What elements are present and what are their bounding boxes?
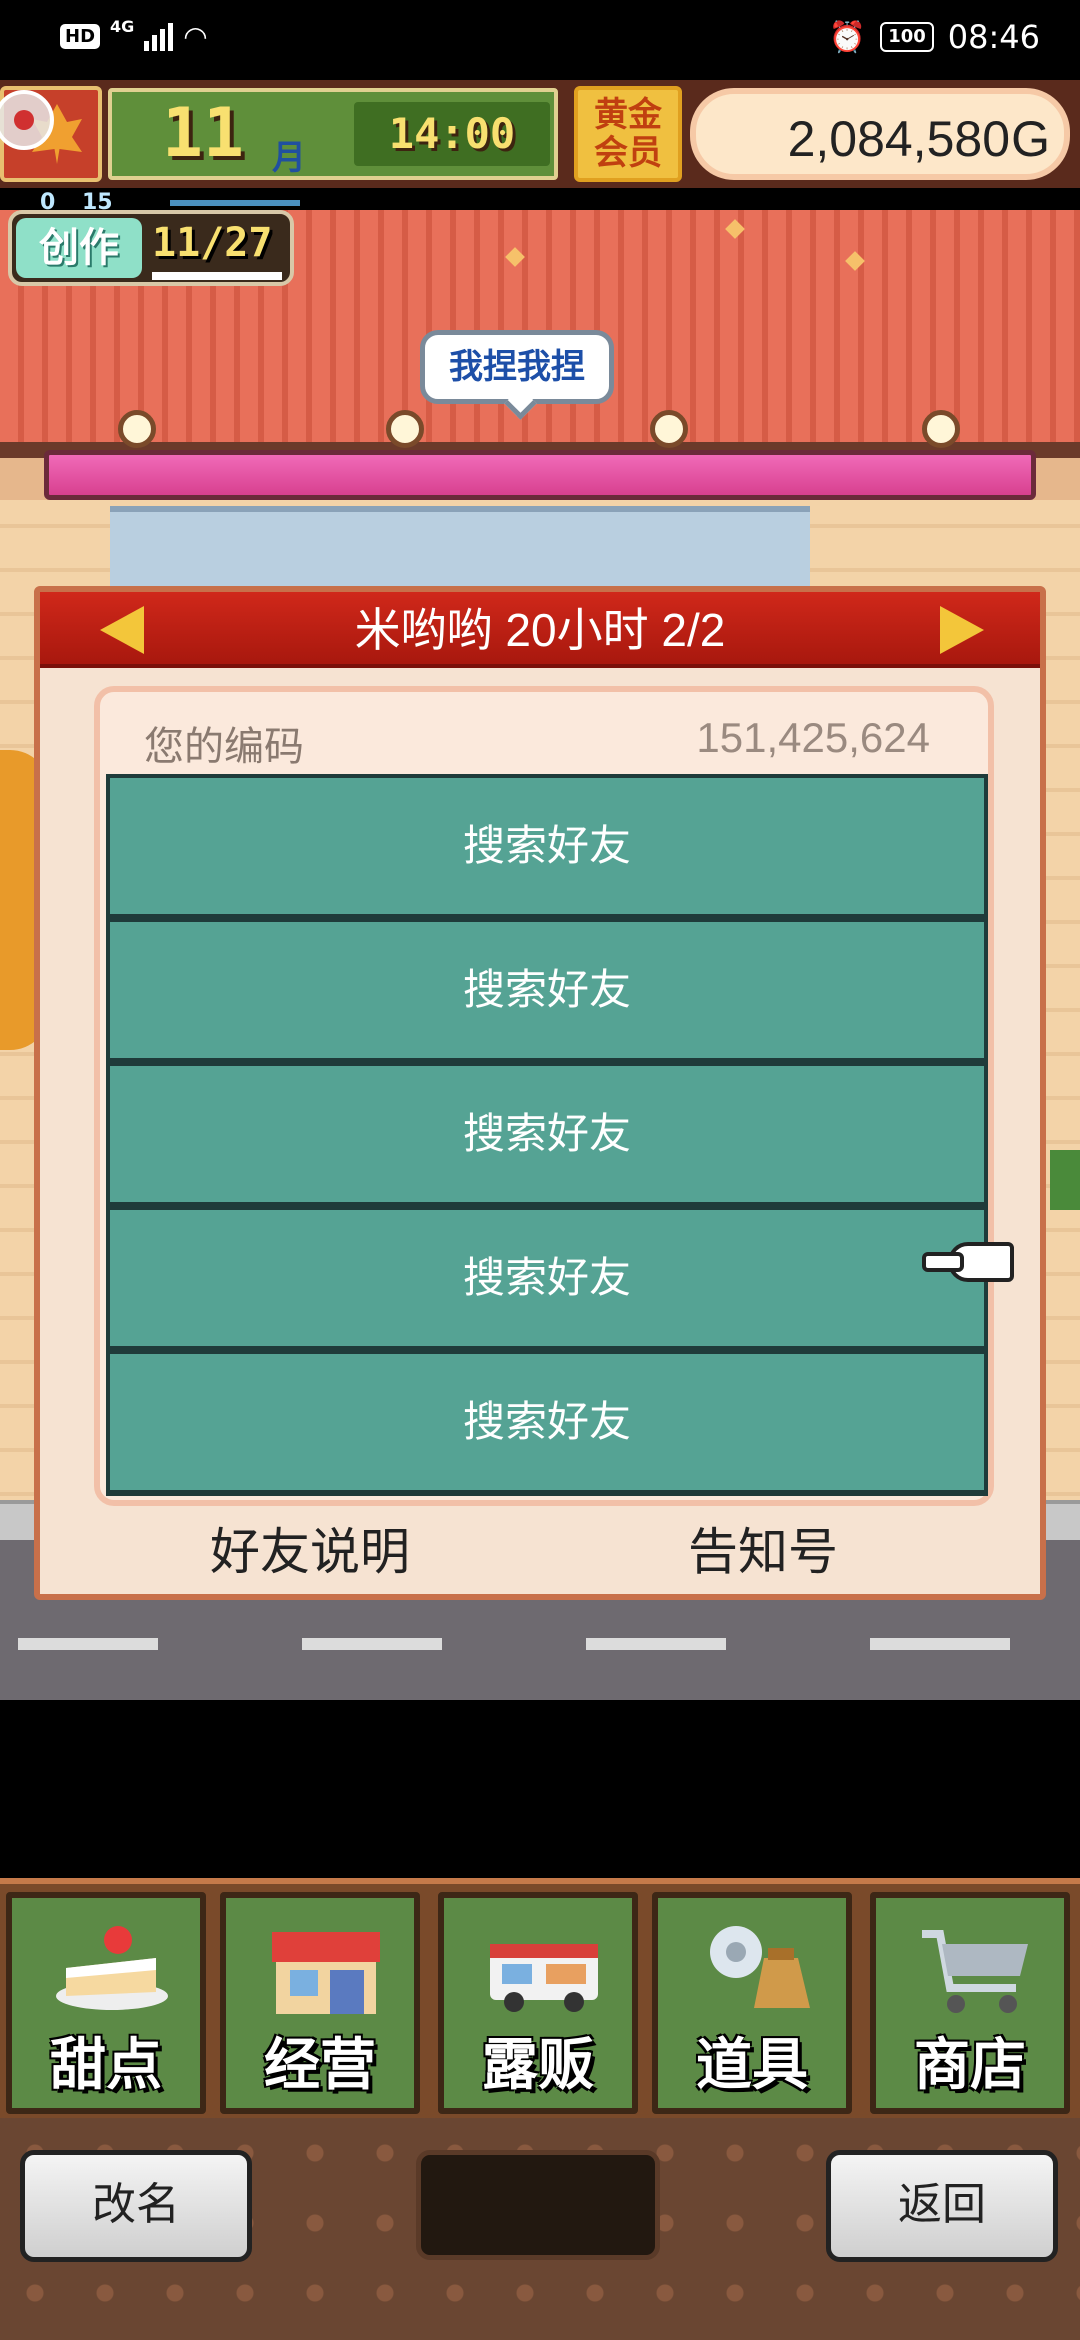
search-friend-button[interactable]: 搜索好友 [110, 1066, 984, 1202]
menu-store[interactable]: 商店 [870, 1892, 1070, 2114]
dialog-header: 米哟哟 20小时 2/2 [40, 592, 1040, 668]
search-friend-button[interactable]: 搜索好友 [110, 1210, 984, 1346]
signal-icon [144, 22, 174, 51]
month-unit: 月 [272, 138, 306, 178]
your-code-label: 您的编码 [144, 724, 304, 770]
menu-label: 商店 [914, 2033, 1026, 2098]
road-dash [586, 1638, 726, 1650]
pink-awning [44, 450, 1036, 500]
bottom-area: 甜点 经营 露贩 道具 商店 [0, 1878, 1080, 2340]
lamp-icon [650, 410, 688, 448]
rename-button[interactable]: 改名 [20, 2150, 252, 2262]
dialog-title: 米哟哟 20小时 2/2 [354, 604, 726, 656]
menu-label: 甜点 [50, 2033, 162, 2098]
pointer-hand-icon [922, 1242, 1014, 1282]
road-dash [18, 1638, 158, 1650]
game-clock: 14:00 [354, 102, 550, 166]
friend-help-link[interactable]: 好友说明 [210, 1512, 410, 1584]
create-mini-stats: 0 15 [30, 190, 300, 215]
notice-number-link[interactable]: 告知号 [688, 1512, 838, 1584]
speech-bubble[interactable]: 我捏我捏 [420, 330, 614, 404]
gold-amount: 2,084,580 [787, 111, 1010, 167]
battery-icon: 100 [880, 22, 934, 52]
shop-windows [110, 506, 810, 586]
dialog-footer: 好友说明 告知号 [40, 1512, 1040, 1592]
status-left: HD 4G ◠ [60, 17, 208, 53]
shop-icon [272, 1932, 380, 2014]
create-count: 11/27 [152, 220, 273, 266]
menu-label: 露贩 [482, 2033, 594, 2098]
status-time: 08:46 [947, 18, 1040, 56]
create-progress-bar [152, 272, 282, 280]
status-bar: HD 4G ◠ ⏰ 100 08:46 [0, 0, 1080, 80]
mini-progress-line [170, 200, 300, 206]
date-panel: 11 月 14:00 [108, 88, 558, 180]
menu-dessert[interactable]: 甜点 [6, 1892, 206, 2114]
menu-label: 道具 [696, 2033, 808, 2098]
lamp-icon [922, 410, 960, 448]
plant-decoration [1050, 1150, 1080, 1210]
gold-unit: G [1011, 111, 1050, 167]
status-right: ⏰ 100 08:46 [829, 18, 1040, 56]
search-friend-button[interactable]: 搜索好友 [110, 778, 984, 914]
lamp-icon [118, 410, 156, 448]
cake-icon [56, 1926, 168, 2010]
network-type: 4G [110, 17, 135, 36]
menu-items[interactable]: 道具 [652, 1892, 852, 2114]
back-button[interactable]: 返回 [826, 2150, 1058, 2262]
road-dash [302, 1638, 442, 1650]
top-hud: 11 月 14:00 黄金会员 2,084,580 G [0, 80, 1080, 188]
menu-label: 经营 [264, 2033, 376, 2098]
alarm-icon: ⏰ [828, 19, 867, 55]
road-dash [870, 1638, 1010, 1650]
wifi-icon: ◠ [183, 20, 208, 53]
gold-counter: 2,084,580 G [690, 88, 1070, 180]
lamp-icon [386, 410, 424, 448]
cart-icon [922, 1930, 1028, 2013]
main-menu: 甜点 经营 露贩 道具 商店 [0, 1878, 1080, 2118]
center-slot [416, 2150, 660, 2260]
hd-icon: HD [60, 24, 101, 49]
search-friend-button[interactable]: 搜索好友 [110, 1354, 984, 1490]
create-badge[interactable]: 创作 11/27 [8, 210, 294, 286]
items-icon [710, 1926, 810, 2008]
friends-dialog: 米哟哟 20小时 2/2 您的编码 151,425,624 搜索好友 搜索好友 … [34, 586, 1046, 1600]
menu-business[interactable]: 经营 [220, 1892, 420, 2114]
your-code-value: 151,425,624 [696, 714, 930, 761]
month-number: 11 [162, 94, 244, 173]
create-label: 创作 [16, 218, 142, 278]
menu-stall[interactable]: 露贩 [438, 1892, 638, 2114]
friends-panel: 您的编码 151,425,624 搜索好友 搜索好友 搜索好友 搜索好友 搜索好… [94, 686, 994, 1506]
food-truck-icon [490, 1944, 598, 2012]
gold-member-badge[interactable]: 黄金会员 [574, 86, 682, 182]
friend-list: 搜索好友 搜索好友 搜索好友 搜索好友 搜索好友 [106, 774, 988, 1496]
search-friend-button[interactable]: 搜索好友 [110, 922, 984, 1058]
